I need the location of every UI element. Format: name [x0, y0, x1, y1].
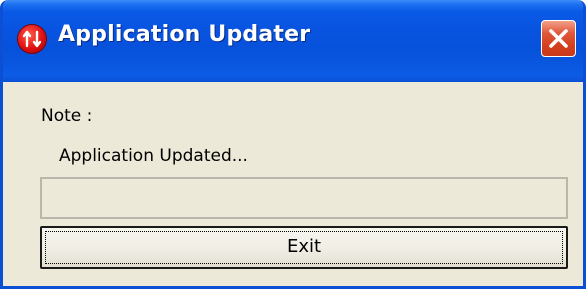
updater-arrows-icon — [18, 25, 46, 53]
updater-window: Application Updater Note : Application U… — [0, 0, 586, 289]
exit-button[interactable]: Exit — [40, 226, 568, 269]
close-icon — [549, 29, 568, 48]
note-label: Note : — [41, 106, 93, 126]
title-bar[interactable]: Application Updater — [3, 0, 583, 82]
close-button[interactable] — [541, 20, 576, 57]
progress-bar — [40, 177, 568, 219]
status-message: Application Updated... — [59, 146, 248, 166]
window-title: Application Updater — [58, 22, 311, 47]
exit-button-label: Exit — [286, 236, 322, 257]
